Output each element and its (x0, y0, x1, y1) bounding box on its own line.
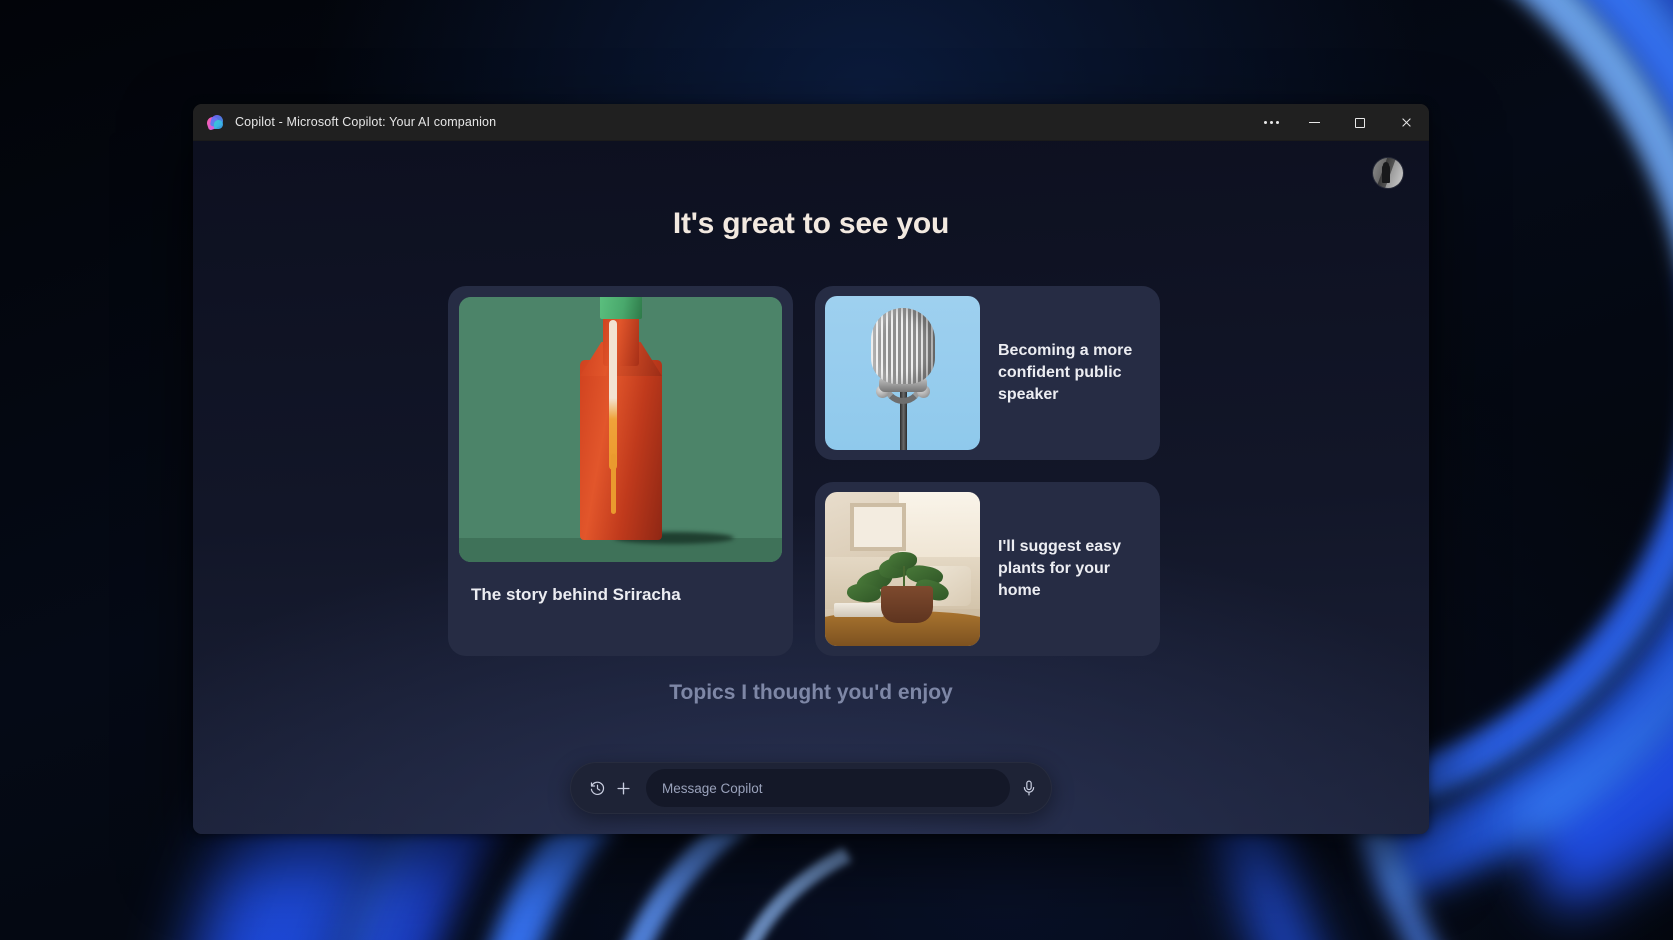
message-composer (570, 762, 1052, 814)
title-bar[interactable]: Copilot - Microsoft Copilot: Your AI com… (193, 104, 1429, 141)
small-card-column: Becoming a more confident public speaker (815, 286, 1160, 656)
window-title: Copilot - Microsoft Copilot: Your AI com… (235, 115, 496, 129)
vintage-microphone-photo (825, 296, 980, 450)
potted-plant-living-room-photo (825, 492, 980, 646)
card-public-speaker[interactable]: Becoming a more confident public speaker (815, 286, 1160, 460)
avatar[interactable] (1373, 158, 1403, 188)
page-title: It's great to see you (193, 207, 1429, 241)
plus-icon[interactable] (610, 775, 636, 801)
copilot-logo-icon (207, 114, 224, 131)
card-caption: Becoming a more confident public speaker (980, 340, 1150, 406)
card-easy-plants[interactable]: I'll suggest easy plants for your home (815, 482, 1160, 656)
maximize-icon[interactable] (1337, 104, 1383, 141)
copilot-window: Copilot - Microsoft Copilot: Your AI com… (193, 104, 1429, 834)
card-sriracha[interactable]: The story behind Sriracha (448, 286, 793, 656)
window-controls (1251, 104, 1429, 141)
section-label: Topics I thought you'd enjoy (193, 681, 1429, 705)
close-icon[interactable] (1383, 104, 1429, 141)
card-caption: I'll suggest easy plants for your home (980, 536, 1150, 602)
copilot-home: It's great to see you The story behind S… (193, 141, 1429, 834)
microphone-icon[interactable] (1016, 775, 1042, 801)
more-options-icon[interactable] (1251, 104, 1291, 141)
card-caption: The story behind Sriracha (459, 562, 782, 605)
minimize-icon[interactable] (1291, 104, 1337, 141)
search-input[interactable] (646, 769, 1010, 807)
suggestion-cards: The story behind Sriracha Becoming a mor… (448, 286, 1160, 656)
history-clock-icon[interactable] (584, 775, 610, 801)
sriracha-bottle-illustration (459, 297, 782, 562)
